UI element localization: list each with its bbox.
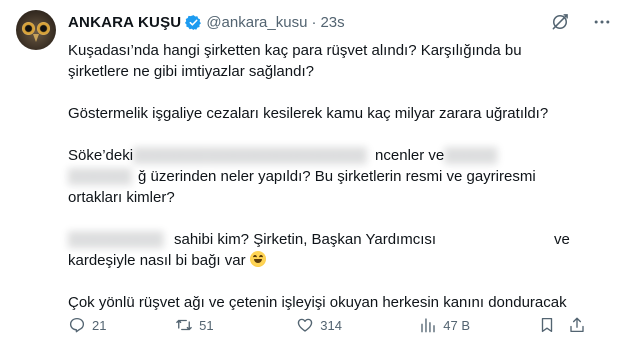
tweet-line: şirketlere ne gibi imtiyazlar sağlandı? xyxy=(68,63,314,80)
redacted-text: ▒▒▒▒▒▒ xyxy=(68,168,132,185)
views-button[interactable]: 47 B xyxy=(419,316,538,334)
tweet-line: Söke’deki xyxy=(68,147,134,164)
like-button[interactable]: 314 xyxy=(296,316,419,334)
bookmark-button[interactable] xyxy=(538,316,568,334)
grinning-emoji-icon xyxy=(249,251,266,267)
tweet-line: sahibi kim? Şirketin, Başkan Yardımcısı xyxy=(174,231,437,248)
share-icon xyxy=(570,317,584,333)
tweet-line: ortakları kimler? xyxy=(68,189,175,206)
retweet-count: 51 xyxy=(199,317,214,333)
author-handle[interactable]: @ankara_kusu xyxy=(206,14,307,31)
reply-count: 21 xyxy=(92,317,107,333)
heart-icon xyxy=(298,318,313,332)
grok-icon[interactable] xyxy=(550,12,570,32)
author-name[interactable]: ANKARA KUŞU xyxy=(68,14,181,31)
tweet-top-actions xyxy=(550,12,612,32)
tweet[interactable]: ANKARA KUŞU @ankara_kusu · 23s Kuşadası’… xyxy=(0,0,630,343)
reply-button[interactable]: 21 xyxy=(68,316,175,334)
tweet-line: ve xyxy=(554,231,570,248)
like-count: 314 xyxy=(320,317,342,333)
timestamp[interactable]: 23s xyxy=(320,14,344,31)
bookmark-icon xyxy=(542,317,553,333)
separator-dot: · xyxy=(311,13,317,31)
redacted-text: ▒▒▒▒▒▒▒▒▒▒▒▒▒▒▒▒▒▒▒▒▒▒ xyxy=(133,147,367,164)
tweet-line: ğ üzerinden neler yapıldı? Bu şirketleri… xyxy=(138,168,536,185)
tweet-actions: 21 51 314 47 B xyxy=(68,314,588,336)
tweet-paragraph: Çok yönlü rüşvet ağı ve çetenin işleyişi… xyxy=(68,292,588,313)
avatar-owl-beak xyxy=(33,34,39,42)
tweet-paragraph: ▒▒▒▒▒▒▒▒▒ sahibi kim? Şirketin, Başkan Ya… xyxy=(68,229,588,271)
verified-badge-icon xyxy=(185,14,202,30)
views-count: 47 B xyxy=(443,317,471,333)
reply-icon xyxy=(69,317,85,333)
tweet-line: Çok yönlü rüşvet ağı ve çetenin işleyişi… xyxy=(68,294,567,311)
more-icon[interactable] xyxy=(592,12,612,32)
redacted-text: ▒▒▒▒▒ xyxy=(444,147,498,164)
share-button[interactable] xyxy=(568,316,588,334)
redacted-text: ▒▒▒▒▒▒▒▒▒ xyxy=(68,231,164,248)
views-icon xyxy=(421,318,435,333)
retweet-icon xyxy=(176,319,192,331)
tweet-header: ANKARA KUŞU @ankara_kusu · 23s xyxy=(68,12,345,32)
tweet-paragraph: Kuşadası’nda hangi şirketten kaç para rü… xyxy=(68,40,588,82)
tweet-paragraph: Söke’deki▒▒▒▒▒▒▒▒▒▒▒▒▒▒▒▒▒▒▒▒▒▒ ncenler v… xyxy=(68,145,588,208)
retweet-button[interactable]: 51 xyxy=(175,316,296,334)
tweet-paragraph: Göstermelik işgaliye cezaları kesilerek … xyxy=(68,103,588,124)
tweet-line: kardeşiyle nasıl bi bağı var xyxy=(68,252,246,269)
tweet-text: Kuşadası’nda hangi şirketten kaç para rü… xyxy=(68,40,588,313)
avatar[interactable] xyxy=(16,10,56,50)
tweet-line: ncenler ve xyxy=(375,147,445,164)
tweet-line: Göstermelik işgaliye cezaları kesilerek … xyxy=(68,105,549,122)
tweet-line: Kuşadası’nda hangi şirketten kaç para rü… xyxy=(68,42,522,59)
